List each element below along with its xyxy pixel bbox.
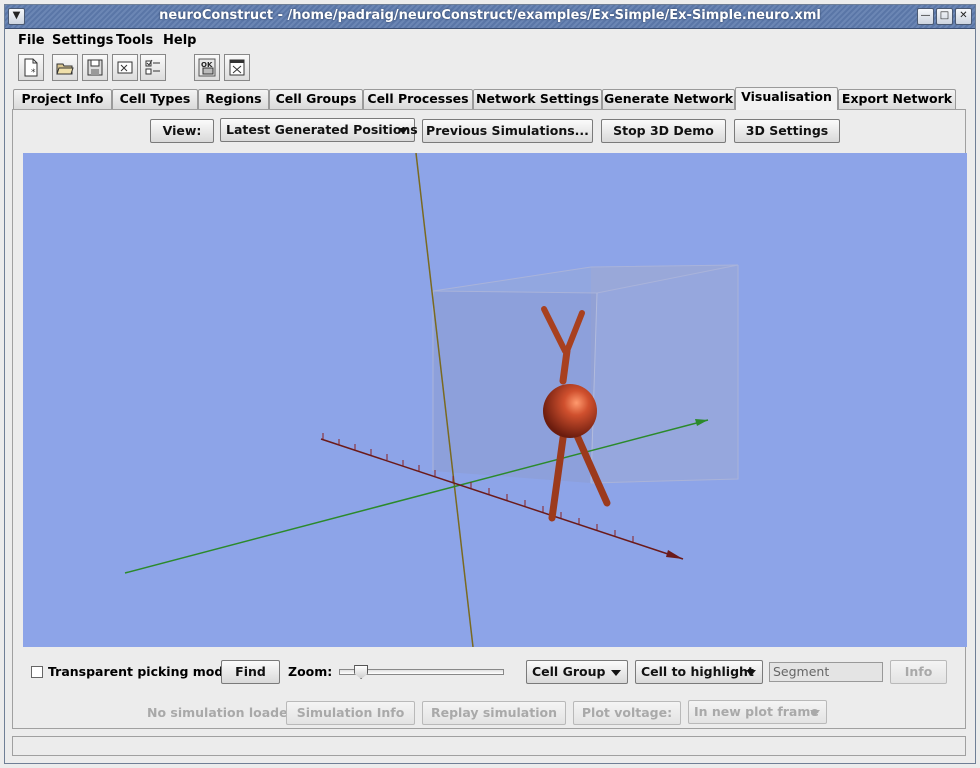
visualisation-panel: View: Latest Generated Positions Previou…: [12, 109, 967, 730]
3d-viewport[interactable]: [23, 153, 967, 647]
soma[interactable]: [543, 384, 597, 438]
new-project-icon[interactable]: *: [18, 54, 44, 81]
view-select[interactable]: Latest Generated Positions: [220, 118, 418, 142]
zoom-label: Zoom:: [288, 664, 333, 679]
previous-simulations-button[interactable]: Previous Simulations...: [422, 119, 593, 143]
tab-regions[interactable]: Regions: [198, 89, 269, 109]
tab-generate-network[interactable]: Generate Network: [602, 89, 735, 109]
zoom-slider-thumb[interactable]: [354, 665, 369, 679]
tab-strip: Project Info Cell Types Regions Cell Gro…: [13, 87, 963, 110]
title-bar[interactable]: ▼ neuroConstruct - /home/padraig/neuroCo…: [5, 5, 975, 29]
menu-settings[interactable]: Settings: [52, 33, 113, 48]
open-project-icon[interactable]: [52, 54, 78, 81]
tab-visualisation[interactable]: Visualisation: [735, 87, 838, 110]
cell-group-select[interactable]: Cell Group: [526, 660, 628, 684]
simulation-info-button[interactable]: Simulation Info: [286, 701, 415, 725]
visualisation-toolbar: View: Latest Generated Positions Previou…: [13, 110, 965, 148]
validate-icon[interactable]: OK: [194, 54, 220, 81]
view-button[interactable]: View:: [150, 119, 214, 143]
main-toolbar: * OK: [5, 52, 975, 86]
cell-group-value: Cell Group: [532, 664, 606, 679]
segment-field[interactable]: Segment: [769, 662, 883, 682]
window-title: neuroConstruct - /home/padraig/neuroCons…: [159, 8, 821, 23]
save-project-icon[interactable]: [82, 54, 108, 81]
maximize-icon[interactable]: □: [936, 8, 953, 25]
chevron-down-icon: [746, 670, 756, 676]
plot-voltage-button[interactable]: Plot voltage:: [573, 701, 681, 725]
menu-file[interactable]: File: [18, 33, 45, 48]
app-window: ▼ neuroConstruct - /home/padraig/neuroCo…: [4, 4, 976, 764]
tab-network-settings[interactable]: Network Settings: [473, 89, 602, 109]
chevron-down-icon: [810, 710, 820, 716]
replay-simulation-button[interactable]: Replay simulation: [422, 701, 566, 725]
stop-3d-demo-button[interactable]: Stop 3D Demo: [601, 119, 726, 143]
cell-highlight-select[interactable]: Cell to highlight: [635, 660, 763, 684]
tab-cell-groups[interactable]: Cell Groups: [269, 89, 363, 109]
3d-settings-button[interactable]: 3D Settings: [734, 119, 840, 143]
preferences-icon[interactable]: [140, 54, 166, 81]
y-axis: [124, 419, 709, 574]
menu-bar: File Settings Tools Help: [5, 30, 975, 51]
menu-tools[interactable]: Tools: [116, 33, 153, 48]
exit-icon[interactable]: [224, 54, 250, 81]
plot-target-select[interactable]: In new plot frame: [688, 700, 827, 724]
bottom-controls: Transparent picking mode Find Zoom: Cell…: [13, 650, 965, 730]
close-icon[interactable]: ✕: [955, 8, 972, 25]
tab-export-network[interactable]: Export Network: [838, 89, 956, 109]
find-button[interactable]: Find: [221, 660, 280, 684]
transparent-picking-label: Transparent picking mode: [48, 664, 232, 679]
svg-text:*: *: [31, 68, 36, 77]
info-button[interactable]: Info: [890, 660, 947, 684]
close-project-icon[interactable]: [112, 54, 138, 81]
transparent-picking-checkbox[interactable]: [31, 666, 43, 678]
plot-target-value: In new plot frame: [694, 704, 819, 719]
view-select-value: Latest Generated Positions: [226, 122, 418, 137]
chevron-down-icon: [611, 670, 621, 676]
chevron-down-icon: [398, 128, 408, 134]
tab-cell-types[interactable]: Cell Types: [112, 89, 198, 109]
no-simulation-label: No simulation loaded: [147, 705, 297, 720]
tab-cell-processes[interactable]: Cell Processes: [363, 89, 473, 109]
tab-project-info[interactable]: Project Info: [13, 89, 112, 109]
status-bar: [12, 736, 966, 756]
minimize-icon[interactable]: —: [917, 8, 934, 25]
menu-help[interactable]: Help: [163, 33, 196, 48]
cell-highlight-value: Cell to highlight: [641, 664, 754, 679]
